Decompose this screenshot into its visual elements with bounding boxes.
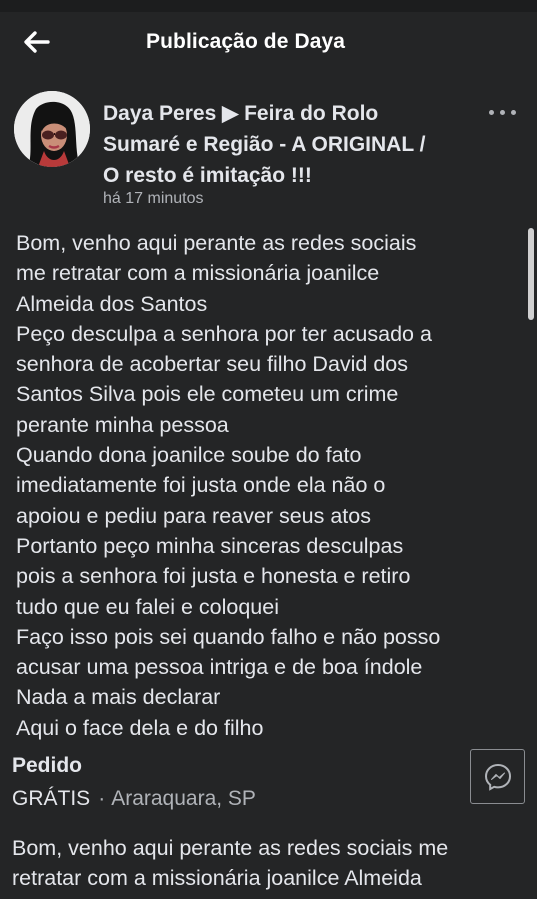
messenger-icon bbox=[484, 763, 512, 791]
post-body-line: Aqui o face dela e do filho bbox=[16, 715, 264, 740]
description-line: Bom, venho aqui perante as redes sociais… bbox=[12, 836, 449, 860]
listing-location[interactable]: Araraquara, SP bbox=[111, 787, 256, 810]
post-body-line: tudo que eu falei e coloquei bbox=[16, 594, 279, 619]
post-body-line: senhora de acobertar seu filho David dos bbox=[16, 352, 409, 377]
top-header: Publicação de Daya bbox=[0, 12, 537, 76]
post-body: Bom, venho aqui perante as redes sociais… bbox=[16, 228, 521, 743]
author-line-3: O resto é imitação !!! bbox=[103, 164, 312, 187]
author-line-2: Sumaré e Região - A ORIGINAL / bbox=[103, 133, 426, 156]
post-body-line: Nada a mais declarar bbox=[16, 685, 221, 710]
post-body-line: Bom, venho aqui perante as redes sociais bbox=[16, 231, 417, 255]
messenger-button[interactable] bbox=[470, 749, 525, 804]
more-options-button[interactable] bbox=[485, 102, 521, 122]
post-body-line: imediatamente foi justa onde ela não o bbox=[16, 473, 386, 498]
listing-price: GRÁTIS bbox=[12, 787, 91, 810]
more-options-dot bbox=[511, 110, 516, 115]
more-options-dot bbox=[500, 110, 505, 115]
back-arrow-icon bbox=[24, 31, 50, 53]
avatar[interactable] bbox=[14, 91, 90, 167]
page-title: Publicação de Daya bbox=[146, 30, 346, 53]
post-body-line: pois a senhora foi justa e honesta e ret… bbox=[16, 564, 411, 589]
post-body-line: me retratar com a missionária joanilce bbox=[16, 261, 380, 286]
post-body-line: Santos Silva pois ele cometeu um crime bbox=[16, 382, 399, 407]
description-line: retratar com a missionária joanilce Alme… bbox=[12, 866, 422, 890]
post-body-line: Portanto peço minha sinceras desculpas bbox=[16, 533, 404, 558]
status-bar bbox=[0, 0, 537, 12]
scrollbar[interactable] bbox=[528, 228, 534, 320]
meta-separator: · bbox=[98, 787, 106, 810]
post-author[interactable]: Daya Peres ▶ Feira do Rolo Sumaré e Regi… bbox=[103, 98, 483, 191]
post-timestamp[interactable]: há 17 minutos bbox=[103, 190, 204, 208]
more-options-icon bbox=[489, 110, 494, 115]
post-header: Daya Peres ▶ Feira do Rolo Sumaré e Regi… bbox=[0, 88, 537, 218]
post-body-line: Quando dona joanilce soube do fato bbox=[16, 443, 362, 468]
post-body-line: Peço desculpa a senhora por ter acusado … bbox=[16, 321, 432, 346]
post-body-line: acusar uma pessoa intriga e de boa índol… bbox=[16, 655, 423, 680]
listing-description: Bom, venho aqui perante as redes sociais… bbox=[12, 833, 527, 893]
post-body-line: Almeida dos Santos bbox=[16, 291, 208, 316]
author-line-1: Daya Peres ▶ Feira do Rolo bbox=[103, 102, 379, 125]
post-body-line: apoiou e pediu para reaver seus atos bbox=[16, 503, 371, 528]
back-button[interactable] bbox=[20, 28, 54, 56]
profile-photo bbox=[14, 91, 90, 167]
listing-meta: GRÁTIS · Araraquara, SP bbox=[12, 787, 256, 811]
post-body-line: perante minha pessoa bbox=[16, 412, 229, 437]
listing-title: Pedido bbox=[12, 754, 83, 777]
post-body-line: Faço isso pois sei quando falho e não po… bbox=[16, 624, 441, 649]
